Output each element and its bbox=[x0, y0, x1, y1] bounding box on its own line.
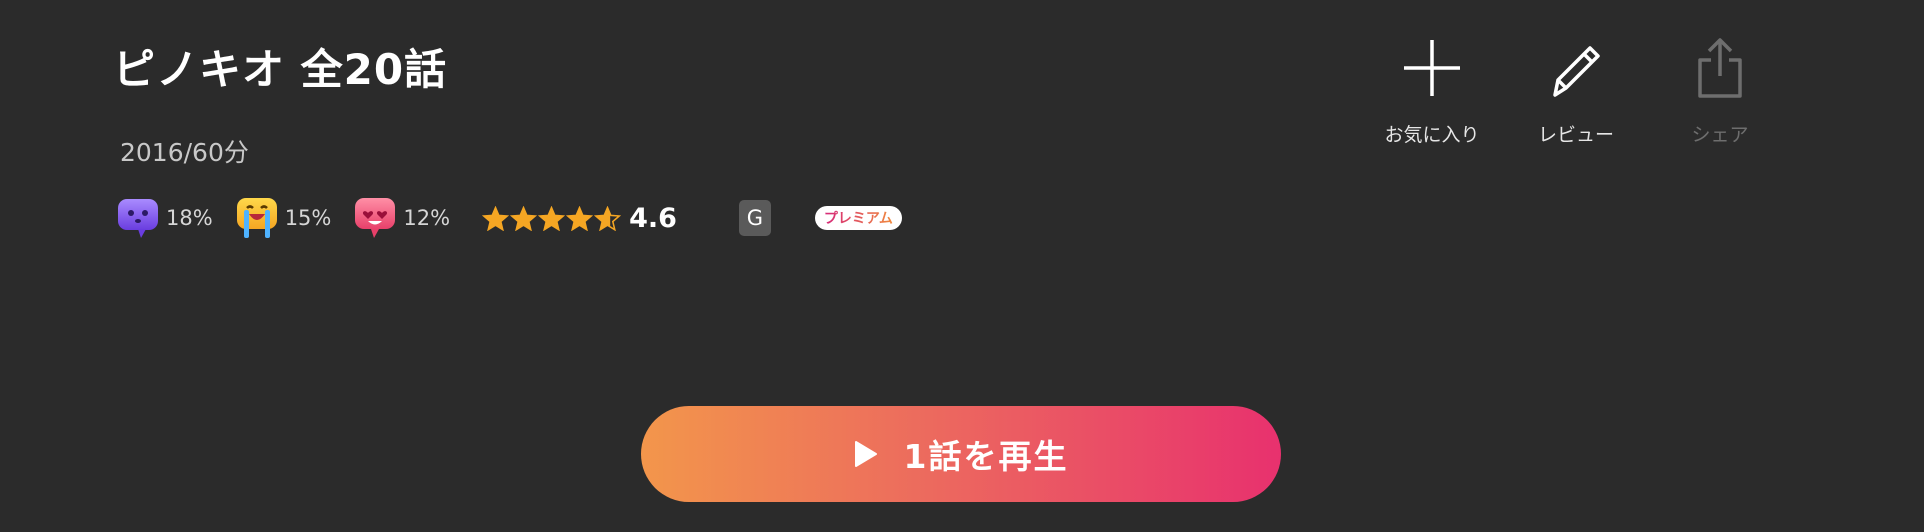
premium-badge-label: プレミアム bbox=[824, 208, 893, 228]
purple-face-icon bbox=[118, 199, 158, 238]
star-rating-stars bbox=[482, 205, 622, 231]
premium-badge: プレミアム bbox=[814, 206, 902, 230]
star-icon bbox=[566, 205, 594, 231]
plus-icon bbox=[1404, 40, 1460, 96]
review-label: レビュー bbox=[1537, 124, 1614, 146]
page-title: ピノキオ 全20話 bbox=[113, 45, 448, 94]
title-detail-header: ピノキオ 全20話 2016/60分 18% 15% 12% 4.6 G プレミ… bbox=[0, 0, 1924, 532]
star-icon bbox=[482, 205, 510, 231]
stats-row: 18% 15% 12% 4.6 G プレミアム bbox=[116, 196, 902, 240]
rating-score: 4.6 bbox=[629, 202, 677, 234]
play-icon bbox=[854, 441, 877, 467]
star-icon bbox=[538, 205, 566, 231]
heart-eyes-face-icon bbox=[355, 198, 396, 238]
star-rating: 4.6 bbox=[482, 203, 677, 234]
year-duration: 2016/60分 bbox=[120, 138, 249, 167]
crying-face-icon bbox=[236, 198, 277, 238]
share-button[interactable]: シェア bbox=[1648, 36, 1792, 147]
favorite-label: お気に入り bbox=[1384, 124, 1480, 146]
star-icon bbox=[594, 205, 622, 231]
reaction-crying-face: 15% bbox=[235, 196, 332, 240]
action-bar: お気に入り レビュー シェア bbox=[1360, 36, 1792, 147]
reaction-heart-eyes-face: 12% bbox=[353, 196, 450, 240]
share-label: シェア bbox=[1691, 124, 1749, 146]
reaction-purple-face: 18% bbox=[116, 196, 213, 240]
reaction-percent: 18% bbox=[166, 206, 213, 230]
share-icon bbox=[1698, 38, 1742, 98]
review-button[interactable]: レビュー bbox=[1504, 36, 1648, 147]
star-icon bbox=[510, 205, 538, 231]
reaction-percent: 15% bbox=[284, 206, 332, 230]
pencil-icon bbox=[1553, 46, 1600, 97]
reaction-percent: 12% bbox=[403, 206, 451, 230]
play-button-label: 1話を再生 bbox=[903, 437, 1069, 476]
favorite-button[interactable]: お気に入り bbox=[1360, 36, 1504, 147]
play-episode-button[interactable]: 1話を再生 bbox=[641, 406, 1281, 502]
age-rating-badge: G bbox=[738, 200, 771, 236]
